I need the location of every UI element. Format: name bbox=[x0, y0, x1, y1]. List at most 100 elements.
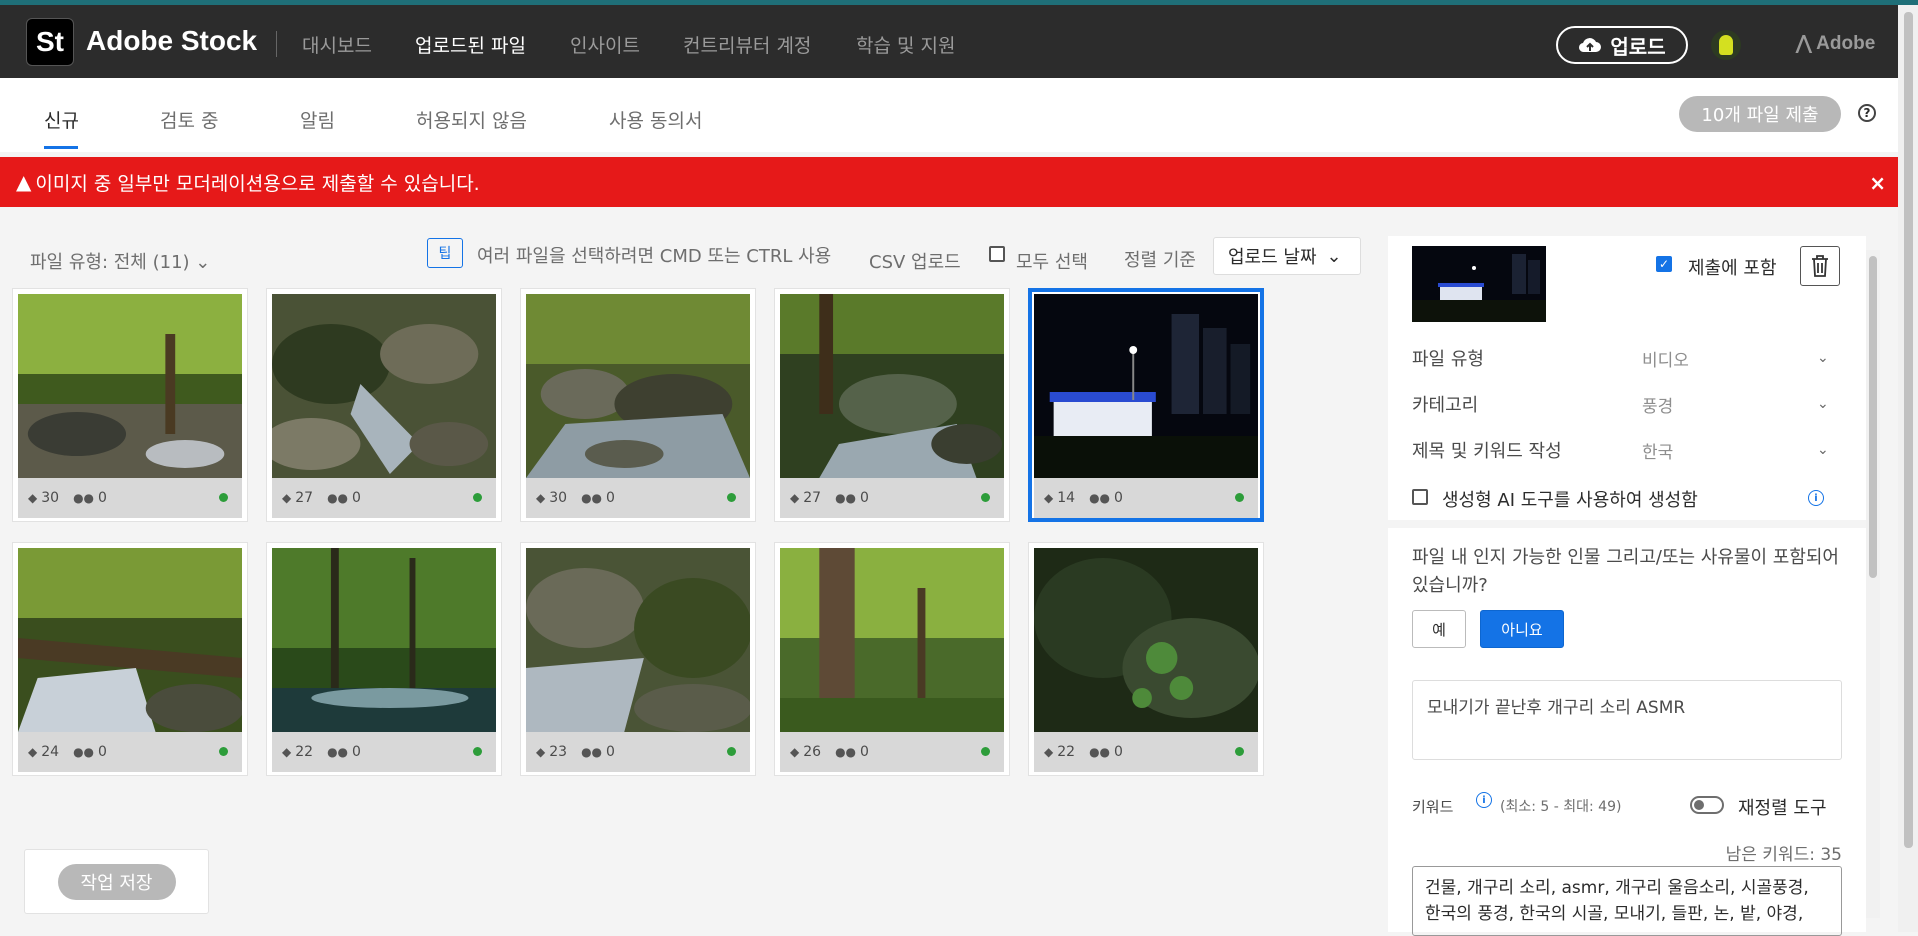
stock-logo[interactable]: St bbox=[26, 18, 74, 66]
include-submission-label[interactable]: 제출에 포함 bbox=[1688, 254, 1777, 280]
sort-label: 정렬 기준 bbox=[1124, 250, 1196, 271]
tag-icon: ◆ bbox=[28, 491, 38, 505]
filetype-filter[interactable]: 파일 유형: 전체 (11) ⌄ bbox=[30, 248, 210, 274]
generative-ai-checkbox[interactable] bbox=[1412, 489, 1428, 505]
file-thumbnail[interactable] bbox=[1034, 548, 1258, 732]
release-count: 0 bbox=[98, 490, 107, 506]
status-dot bbox=[1235, 747, 1244, 756]
release-count: 0 bbox=[1114, 744, 1123, 760]
category-field-label: 카테고리 bbox=[1412, 395, 1479, 416]
file-tile-footer: ◆ 22 ●● 0 bbox=[1034, 732, 1258, 772]
file-thumbnail[interactable] bbox=[18, 548, 242, 732]
sort-dropdown[interactable]: 업로드 날짜 ⌄ bbox=[1213, 237, 1361, 275]
language-field[interactable]: 제목 및 키워드 작성 한국 ⌄ bbox=[1412, 428, 1842, 472]
release-count: 0 bbox=[1114, 490, 1123, 506]
selected-file-thumbnail[interactable] bbox=[1412, 246, 1546, 322]
file-tile[interactable]: ◆ 22 ●● 0 bbox=[1028, 542, 1264, 776]
csv-upload-link[interactable]: CSV 업로드 bbox=[869, 248, 961, 274]
tag-icon: ◆ bbox=[28, 745, 38, 759]
page-scrollbar-thumb[interactable] bbox=[1904, 12, 1913, 848]
panel-divider bbox=[1388, 520, 1866, 528]
release-count: 0 bbox=[606, 490, 615, 506]
keywords-input[interactable]: 건물, 개구리 소리, asmr, 개구리 울음소리, 시골풍경, 한국의 풍경… bbox=[1412, 866, 1842, 936]
status-dot bbox=[473, 493, 482, 502]
nav-uploaded-files[interactable]: 업로드된 파일 bbox=[415, 31, 526, 58]
chevron-down-icon: ⌄ bbox=[1817, 396, 1829, 412]
tab-new[interactable]: 신규 bbox=[44, 106, 79, 133]
filetype-field[interactable]: 파일 유형 비디오 ⌄ bbox=[1412, 336, 1842, 380]
file-tile[interactable]: ◆ 22 ●● 0 bbox=[266, 542, 502, 776]
file-tile[interactable]: ◆ 23 ●● 0 bbox=[520, 542, 756, 776]
user-avatar[interactable] bbox=[1711, 30, 1741, 60]
active-tab-indicator bbox=[44, 146, 78, 149]
chevron-down-icon: ⌄ bbox=[1326, 245, 1342, 267]
people-icon: ●● bbox=[581, 491, 603, 505]
nav-dashboard[interactable]: 대시보드 bbox=[302, 31, 372, 58]
help-icon[interactable]: ? bbox=[1858, 104, 1876, 122]
save-work-button[interactable]: 작업 저장 bbox=[57, 863, 176, 900]
keyword-count: 30 bbox=[41, 490, 60, 506]
nav-learn-support[interactable]: 학습 및 지원 bbox=[856, 31, 955, 58]
file-thumbnail[interactable] bbox=[1034, 294, 1258, 478]
select-all-checkbox[interactable] bbox=[989, 246, 1005, 262]
file-thumbnail[interactable] bbox=[272, 294, 496, 478]
category-field[interactable]: 카테고리 풍경 ⌄ bbox=[1412, 382, 1842, 426]
file-thumbnail[interactable] bbox=[272, 548, 496, 732]
file-thumbnail[interactable] bbox=[18, 294, 242, 478]
file-thumbnail[interactable] bbox=[780, 548, 1004, 732]
brand-name[interactable]: Adobe Stock bbox=[86, 25, 257, 57]
title-input[interactable]: 모내기가 끝난후 개구리 소리 ASMR bbox=[1412, 680, 1842, 760]
info-icon[interactable]: i bbox=[1808, 490, 1824, 506]
language-field-value: 한국 bbox=[1642, 442, 1674, 463]
file-tile[interactable]: ◆ 14 ●● 0 bbox=[1028, 288, 1264, 522]
tag-icon: ◆ bbox=[790, 491, 800, 505]
panel-scrollbar-thumb[interactable] bbox=[1869, 256, 1877, 578]
tag-icon: ◆ bbox=[282, 745, 292, 759]
file-tile-footer: ◆ 27 ●● 0 bbox=[780, 478, 1004, 518]
upload-button[interactable]: 업로드 bbox=[1556, 26, 1688, 64]
tag-icon: ◆ bbox=[790, 745, 800, 759]
include-submission-checkbox[interactable]: ✓ bbox=[1656, 256, 1672, 272]
file-tile[interactable]: ◆ 27 ●● 0 bbox=[266, 288, 502, 522]
nav-divider bbox=[276, 31, 277, 57]
file-tile[interactable]: ◆ 30 ●● 0 bbox=[12, 288, 248, 522]
file-tile[interactable]: ◆ 27 ●● 0 bbox=[774, 288, 1010, 522]
reorder-toggle[interactable] bbox=[1690, 796, 1724, 814]
generative-ai-label[interactable]: 생성형 AI 도구를 사용하여 생성함 bbox=[1442, 486, 1698, 512]
tab-notifications[interactable]: 알림 bbox=[300, 106, 335, 133]
no-button[interactable]: 아니요 bbox=[1480, 610, 1564, 648]
people-icon: ●● bbox=[1089, 491, 1111, 505]
file-tile[interactable]: ◆ 26 ●● 0 bbox=[774, 542, 1010, 776]
file-thumbnail[interactable] bbox=[780, 294, 1004, 478]
reorder-label[interactable]: 재정렬 도구 bbox=[1738, 794, 1827, 820]
file-tile-footer: ◆ 14 ●● 0 bbox=[1034, 478, 1258, 518]
tab-in-review[interactable]: 검토 중 bbox=[160, 106, 218, 133]
cloud-upload-icon bbox=[1579, 38, 1602, 53]
keyword-count: 27 bbox=[295, 490, 314, 506]
close-icon[interactable]: × bbox=[1869, 171, 1886, 195]
adobe-logo[interactable]: ⋀ Adobe bbox=[1796, 32, 1875, 55]
release-count: 0 bbox=[352, 744, 361, 760]
file-tile-footer: ◆ 27 ●● 0 bbox=[272, 478, 496, 518]
keywords-range: (최소: 5 - 최대: 49) bbox=[1500, 799, 1622, 815]
file-tile[interactable]: ◆ 30 ●● 0 bbox=[520, 288, 756, 522]
tab-releases[interactable]: 사용 동의서 bbox=[609, 106, 702, 133]
nav-insights[interactable]: 인사이트 bbox=[570, 31, 640, 58]
file-grid: ◆ 30 ●● 0 ◆ 27 ●● 0 ◆ 30 ●● 0 ◆ 27 ●● 0 ◆ 14 ●● 0 ◆ 24 ●● 0 ◆ 22 ●… bbox=[12, 288, 1272, 778]
select-all-label[interactable]: 모두 선택 bbox=[1016, 248, 1088, 274]
info-icon[interactable]: i bbox=[1476, 792, 1492, 808]
people-icon: ●● bbox=[327, 491, 349, 505]
nav-contributor-account[interactable]: 컨트리뷰터 계정 bbox=[683, 31, 811, 58]
tag-icon: ◆ bbox=[1044, 745, 1054, 759]
top-navigation: St Adobe Stock 대시보드 업로드된 파일 인사이트 컨트리뷰터 계… bbox=[0, 5, 1898, 78]
file-thumbnail[interactable] bbox=[526, 548, 750, 732]
alert-message: 이미지 중 일부만 모더레이션용으로 제출할 수 있습니다. bbox=[35, 172, 480, 195]
status-dot bbox=[727, 493, 736, 502]
status-dot bbox=[473, 747, 482, 756]
submit-files-button[interactable]: 10개 파일 제출 bbox=[1679, 96, 1841, 132]
file-thumbnail[interactable] bbox=[526, 294, 750, 478]
yes-button[interactable]: 예 bbox=[1412, 610, 1466, 648]
tab-not-accepted[interactable]: 허용되지 않음 bbox=[416, 106, 527, 133]
file-tile[interactable]: ◆ 24 ●● 0 bbox=[12, 542, 248, 776]
trash-icon[interactable] bbox=[1800, 246, 1840, 286]
